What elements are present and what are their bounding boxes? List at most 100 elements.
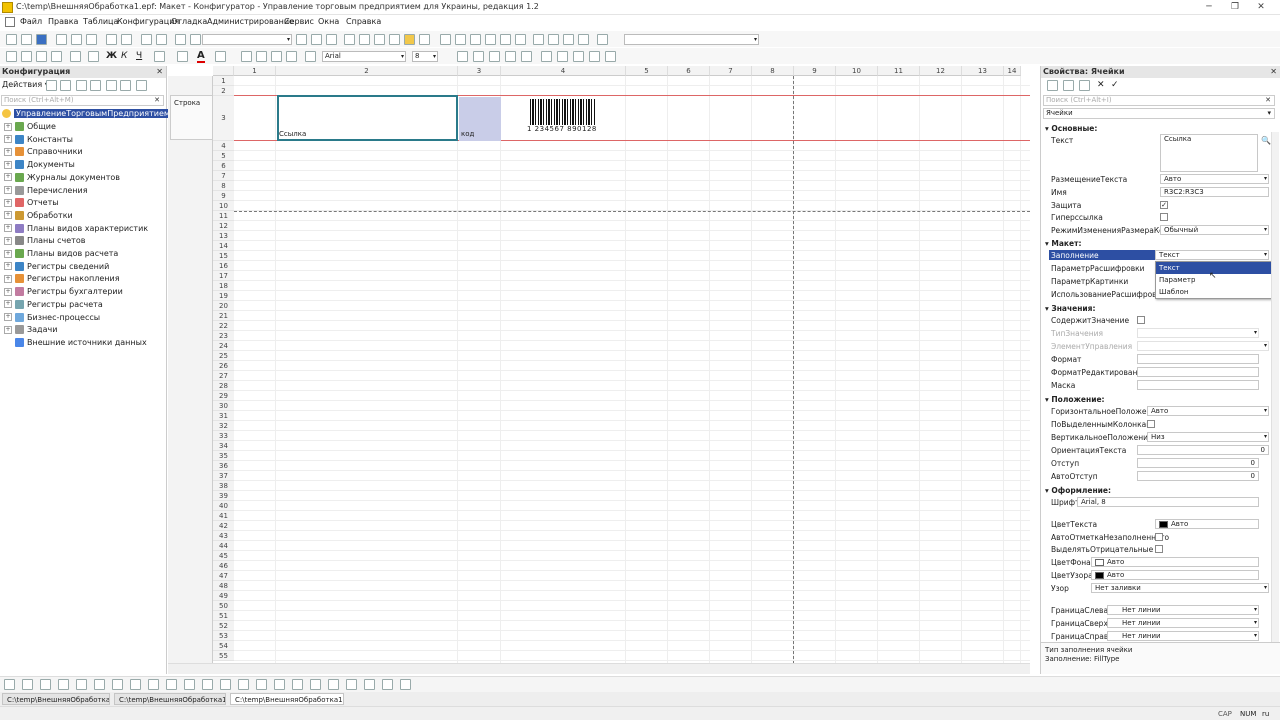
tree-item[interactable]: + Документы (4, 159, 75, 171)
clear-icon[interactable]: ✕ (1265, 96, 1271, 105)
prop-placement-value[interactable]: Авто ▾ (1160, 174, 1269, 184)
tree-item[interactable]: + Задачи (4, 324, 57, 336)
row-header[interactable]: 18 (213, 281, 234, 291)
row-header[interactable]: 21 (213, 311, 234, 321)
find-icon[interactable] (175, 34, 186, 45)
row-header[interactable]: 1 (213, 76, 234, 86)
preview-icon[interactable] (121, 34, 132, 45)
expand-icon[interactable]: + (4, 122, 12, 131)
table-tool-icon[interactable] (76, 679, 87, 690)
row-header[interactable]: 36 (213, 461, 234, 471)
expand-icon[interactable]: + (4, 236, 12, 245)
tree-item[interactable]: + Общие (4, 121, 56, 133)
prop-bordertop-value[interactable]: Нет линии ▾ (1107, 618, 1259, 628)
expand-icon[interactable]: + (4, 249, 12, 258)
properties-scrollbar[interactable] (1271, 132, 1279, 642)
ungroup-icon[interactable] (51, 51, 62, 62)
bold-icon[interactable]: Ж (106, 51, 117, 61)
tree-item[interactable]: + Справочники (4, 146, 83, 158)
ok-icon[interactable]: ✓ (1111, 80, 1119, 90)
redo-tool-icon[interactable] (22, 679, 33, 690)
row-header[interactable]: 46 (213, 561, 234, 571)
categories-icon[interactable] (1047, 80, 1058, 91)
page-tool-icon[interactable] (400, 679, 411, 690)
expand-icon[interactable]: + (4, 198, 12, 207)
copy-icon[interactable] (71, 34, 82, 45)
prop-automark-checkbox[interactable] (1155, 533, 1163, 541)
column-header[interactable]: 4 (501, 66, 626, 76)
prop-hpos-value[interactable]: Авто ▾ (1147, 406, 1269, 416)
tree-root[interactable]: УправлениеТорговымПредприятием (2, 108, 172, 120)
move-up-icon[interactable] (106, 80, 117, 91)
cut-icon[interactable] (56, 34, 67, 45)
column-header[interactable]: 13 (962, 66, 1004, 76)
info-icon[interactable] (404, 34, 415, 45)
row-header[interactable]: 23 (213, 331, 234, 341)
corner-header[interactable] (213, 66, 234, 76)
fill-color-icon[interactable] (177, 51, 188, 62)
row-header[interactable]: 41 (213, 511, 234, 521)
row-header[interactable]: 34 (213, 441, 234, 451)
template-icon[interactable] (563, 34, 574, 45)
row-header[interactable]: 45 (213, 551, 234, 561)
row-header[interactable]: 43 (213, 531, 234, 541)
row-header[interactable]: 29 (213, 391, 234, 401)
menu-table[interactable]: Таблица (83, 17, 118, 26)
row-header[interactable]: 54 (213, 641, 234, 651)
row-header[interactable]: 8 (213, 181, 234, 191)
collapse-icon[interactable] (1079, 80, 1090, 91)
tree-item[interactable]: + Обработки (4, 210, 73, 222)
window-tab-3[interactable]: C:\temp\ВнешняяОбработка1.epf (230, 693, 344, 705)
row-header[interactable]: 15 (213, 251, 234, 261)
prop-orientation-value[interactable]: 0 (1137, 445, 1269, 455)
tree-item[interactable]: + Регистры сведений (4, 261, 109, 273)
bookmark-icon[interactable] (470, 34, 481, 45)
bookmark-clear-icon[interactable] (515, 34, 526, 45)
object-select[interactable]: Ячейки ▾ (1043, 108, 1275, 119)
menu-windows[interactable]: Окна (318, 17, 339, 26)
rect-tool-icon[interactable] (310, 679, 321, 690)
section-basic[interactable]: ▾ Основные: (1045, 124, 1097, 133)
row-header[interactable]: 42 (213, 521, 234, 531)
row-header[interactable]: 33 (213, 431, 234, 441)
open-icon[interactable] (21, 34, 32, 45)
search-combo[interactable]: ▾ (202, 34, 292, 45)
section-values[interactable]: ▾ Значения: (1045, 304, 1095, 313)
row-header[interactable]: 13 (213, 231, 234, 241)
new-icon[interactable] (6, 34, 17, 45)
column-header[interactable]: 14 (1004, 66, 1021, 76)
row-header[interactable]: 38 (213, 481, 234, 491)
options-icon[interactable] (597, 34, 608, 45)
tree-item[interactable]: + Отчеты (4, 197, 59, 209)
row-header[interactable]: 7 (213, 171, 234, 181)
add-icon[interactable] (46, 80, 57, 91)
row-header[interactable]: 9 (213, 191, 234, 201)
barcode-icon[interactable] (573, 51, 584, 62)
menu-config[interactable]: Конфигурация (117, 17, 179, 26)
insert-row-icon[interactable] (489, 51, 500, 62)
tree-item[interactable]: + Перечисления (4, 185, 88, 197)
expand-icon[interactable]: + (4, 186, 12, 194)
row-header[interactable]: 53 (213, 631, 234, 641)
delete-icon[interactable] (90, 80, 101, 91)
menu-edit[interactable]: Правка (48, 17, 78, 26)
prop-resize-value[interactable]: Обычный ▾ (1160, 225, 1269, 235)
menu-service[interactable]: Сервис (284, 17, 314, 26)
tree-item[interactable]: + Регистры расчета (4, 299, 103, 311)
column-header[interactable]: 10 (836, 66, 878, 76)
close-icon[interactable]: ✕ (1254, 1, 1268, 13)
row-header[interactable]: 40 (213, 501, 234, 511)
prop-text-value[interactable]: Ссылка (1160, 134, 1258, 172)
tools-icon[interactable] (374, 34, 385, 45)
config-panel-close-icon[interactable]: ✕ (156, 66, 163, 78)
prop-font-value[interactable]: Arial, 8 (1077, 497, 1259, 507)
row-header[interactable]: 20 (213, 301, 234, 311)
fill-option-template[interactable]: Шаблон (1156, 286, 1275, 298)
prop-indent-value[interactable]: 0 (1137, 458, 1259, 468)
prop-hyperlink-checkbox[interactable] (1160, 213, 1168, 221)
prop-name-value[interactable]: R3C2:R3C3 (1160, 187, 1269, 197)
minimize-icon[interactable]: ─ (1202, 1, 1216, 13)
area-name-label[interactable]: Строка (170, 95, 213, 140)
row-header[interactable]: 39 (213, 491, 234, 501)
outdent-tool-icon[interactable] (184, 679, 195, 690)
